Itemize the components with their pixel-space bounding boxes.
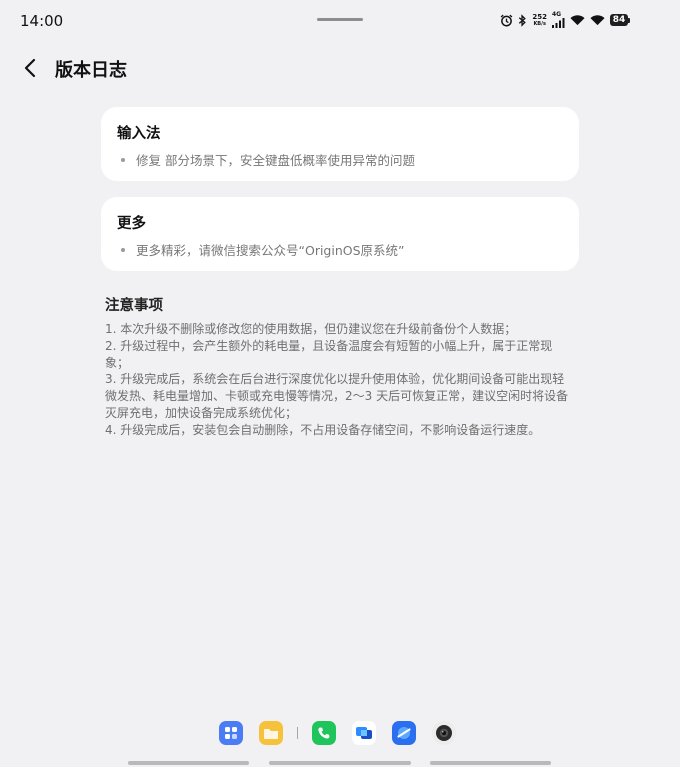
list-item-text: 更多精彩，请微信搜索公众号“OriginOS原系统” xyxy=(136,243,405,258)
dock-separator xyxy=(297,727,298,739)
cellular-signal: 4G xyxy=(552,12,565,28)
note-line: 灭屏充电，加快设备完成系统优化； xyxy=(105,405,298,420)
changelog-card-more: 更多 更多精彩，请微信搜索公众号“OriginOS原系统” xyxy=(101,197,579,271)
file-manager-icon[interactable] xyxy=(259,721,283,745)
bluetooth-icon xyxy=(518,13,527,27)
chevron-left-icon xyxy=(24,58,36,78)
battery-level: 84 xyxy=(610,14,628,26)
app-grid-icon[interactable] xyxy=(219,721,243,745)
note-line: 微发热、耗电量增加、卡顿或充电慢等情况，2～3 天后可恢复正常，建议空闲时将设备 xyxy=(105,389,569,404)
wifi-icon xyxy=(570,14,585,26)
note-line: 3. 升级完成后，系统会在后台进行深度优化以提升使用体验，优化期间设备可能出现轻 xyxy=(105,372,565,387)
signal-icon xyxy=(552,18,565,28)
phone-icon[interactable] xyxy=(312,721,336,745)
notes-section: 注意事项 1. 本次升级不删除或修改您的使用数据，但仍建议您在升级前备份个人数据… xyxy=(105,294,575,439)
messages-icon[interactable] xyxy=(352,721,376,745)
net-speed: 252 KB/s xyxy=(532,12,547,27)
net-speed-unit: KB/s xyxy=(533,20,546,27)
status-icons: 252 KB/s 4G 84 xyxy=(500,12,630,28)
page-title: 版本日志 xyxy=(55,60,127,81)
notification-pull-handle[interactable] xyxy=(317,18,363,21)
gesture-bar-right[interactable] xyxy=(430,761,551,765)
gesture-bar-center[interactable] xyxy=(269,761,411,765)
note-line: 象； xyxy=(105,355,130,370)
note-line: 2. 升级过程中，会产生额外的耗电量，且设备温度会有短暂的小幅上升，属于正常现 xyxy=(105,338,553,353)
battery-icon: 84 xyxy=(610,14,630,26)
gesture-bar-left[interactable] xyxy=(128,761,249,765)
camera-icon[interactable] xyxy=(432,721,456,745)
changelog-card-input-method: 输入法 修复 部分场景下，安全键盘低概率使用异常的问题 xyxy=(101,107,579,181)
net-speed-value: 252 xyxy=(532,12,547,21)
browser-icon[interactable] xyxy=(392,721,416,745)
back-button[interactable] xyxy=(16,54,44,82)
bullet xyxy=(121,157,125,162)
page-header: 版本日志 xyxy=(0,48,680,88)
status-time: 14:00 xyxy=(20,12,64,30)
bullet xyxy=(121,247,125,252)
note-line: 4. 升级完成后，安装包会自动删除，不占用设备存储空间，不影响设备运行速度。 xyxy=(105,422,541,437)
card-title: 更多 xyxy=(117,216,146,232)
wifi-icon xyxy=(590,14,605,26)
notes-title: 注意事项 xyxy=(105,298,163,314)
screen: 14:00 252 KB/s 4G 84 版本日志 输入法 修复 部分场景下，安… xyxy=(0,0,680,767)
status-bar: 14:00 252 KB/s 4G 84 xyxy=(0,0,680,40)
note-line: 1. 本次升级不删除或修改您的使用数据，但仍建议您在升级前备份个人数据； xyxy=(105,322,517,336)
card-title: 输入法 xyxy=(117,126,161,142)
list-item: 修复 部分场景下，安全键盘低概率使用异常的问题 xyxy=(121,150,415,169)
list-item: 更多精彩，请微信搜索公众号“OriginOS原系统” xyxy=(121,240,405,259)
taskbar-dock xyxy=(219,720,456,746)
list-item-text: 修复 部分场景下，安全键盘低概率使用异常的问题 xyxy=(136,153,415,168)
alarm-icon xyxy=(500,14,513,27)
